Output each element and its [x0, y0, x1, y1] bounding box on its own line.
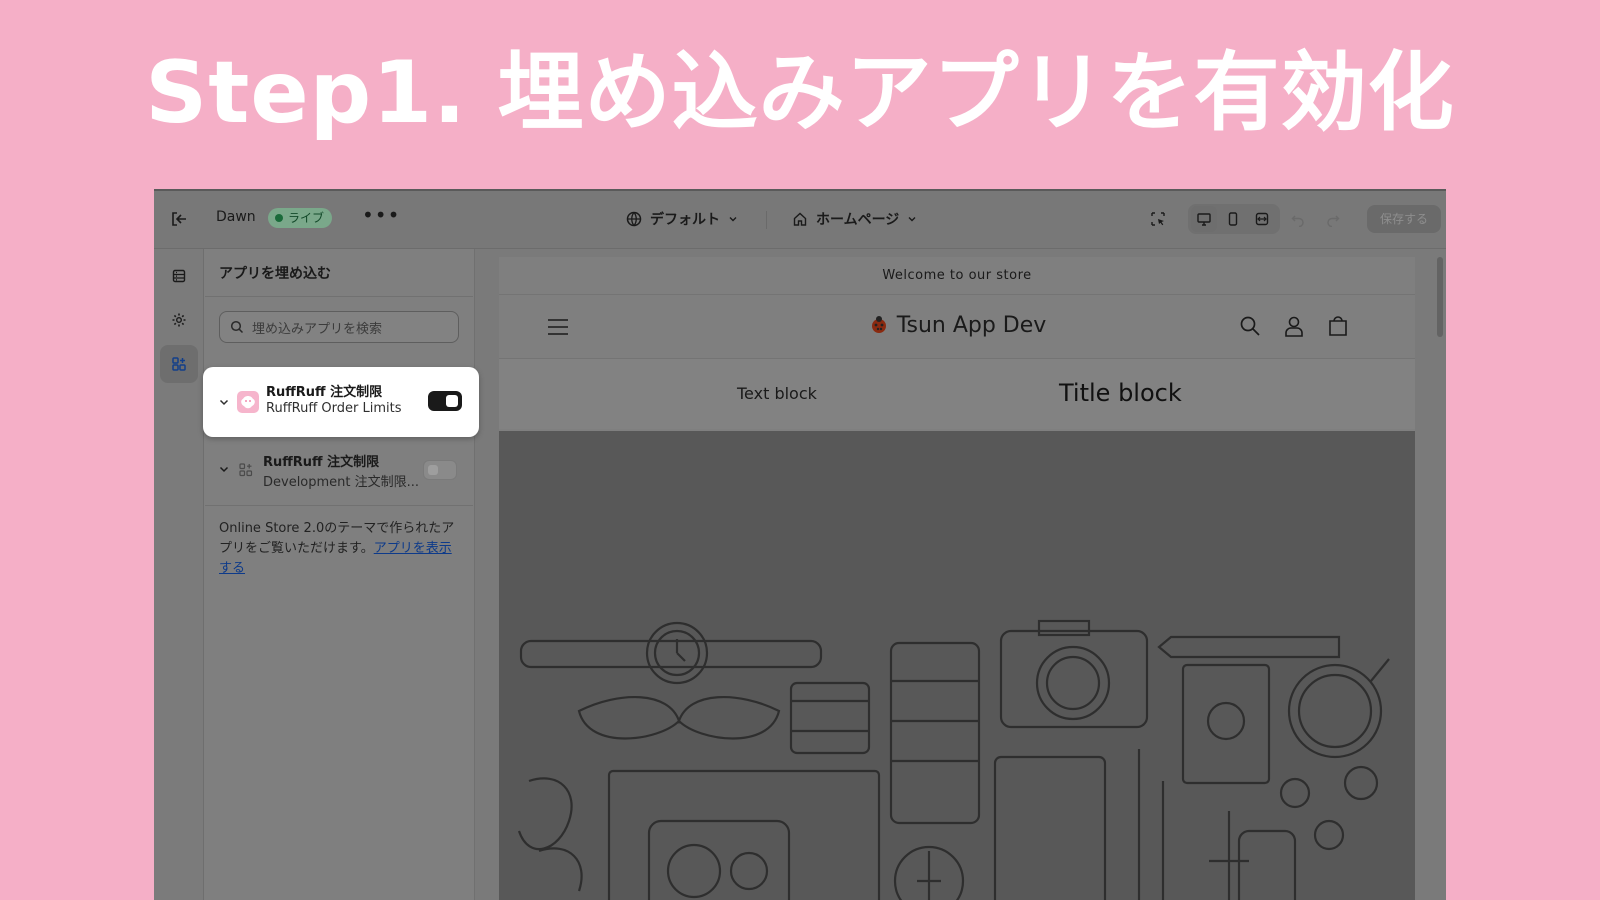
chevron-down-icon: [729, 217, 737, 222]
settings-gear-icon[interactable]: [160, 301, 198, 339]
home-icon: [793, 212, 807, 226]
globe-icon: [626, 211, 642, 227]
ruffruff-app-icon: [237, 391, 259, 413]
locale-selector[interactable]: デフォルト: [626, 208, 738, 230]
editor-topbar: Dawn ライブ ••• デフォルト ホームページ 保存する: [154, 191, 1446, 249]
store-name: Tsun App Dev: [896, 313, 1047, 338]
app-subtitle: RuffRuff Order Limits: [266, 401, 402, 416]
preview-scrollbar[interactable]: [1437, 257, 1443, 337]
undo-icon[interactable]: [1285, 206, 1311, 232]
editor-sidebar-rail: [154, 249, 204, 900]
inspector-icon[interactable]: [1145, 206, 1171, 232]
app-embeds-info: Online Store 2.0のテーマで作られたアプリをご覧いただけます。アプ…: [219, 519, 459, 579]
page-headline: Step1. 埋め込みアプリを有効化: [145, 43, 1455, 143]
title-block: Title block: [1059, 379, 1182, 407]
app-blocks-row: Text block Title block: [499, 359, 1415, 429]
page-selector[interactable]: ホームページ: [792, 208, 917, 230]
desktop-icon[interactable]: [1191, 206, 1217, 232]
search-placeholder: 埋め込みアプリを検索: [252, 321, 383, 337]
hero-illustration: [517, 619, 1390, 900]
chevron-down-icon: [908, 217, 916, 222]
exit-icon[interactable]: [168, 208, 190, 230]
live-status-badge: ライブ: [268, 208, 333, 228]
store-header: Tsun App Dev: [499, 295, 1415, 359]
app-subtitle: Development 注文制限...: [263, 475, 420, 490]
app-title: RuffRuff 注文制限: [266, 385, 383, 400]
save-button[interactable]: 保存する: [1367, 205, 1441, 233]
sections-icon[interactable]: [160, 257, 198, 295]
app-embed-row[interactable]: RuffRuff 注文制限 Development 注文制限...: [205, 434, 473, 506]
preview-canvas: Welcome to our store Tsun App Dev Text b…: [474, 249, 1446, 900]
store-logo[interactable]: Tsun App Dev: [499, 313, 1415, 338]
app-title: RuffRuff 注文制限: [263, 455, 380, 470]
chevron-down-icon[interactable]: [217, 462, 231, 476]
app-embed-row-highlighted[interactable]: RuffRuff 注文制限 RuffRuff Order Limits: [203, 367, 479, 437]
ladybug-icon: [871, 316, 886, 333]
theme-name: Dawn: [216, 209, 256, 225]
hero-image: [499, 431, 1415, 900]
chevron-down-icon[interactable]: [217, 395, 231, 409]
locale-label: デフォルト: [650, 212, 720, 228]
text-block: Text block: [737, 384, 817, 403]
app-enable-toggle[interactable]: [428, 391, 462, 411]
app-embeds-panel: アプリを埋め込む 埋め込みアプリを検索 RuffRuff 注文制限 Develo…: [205, 249, 473, 900]
search-icon[interactable]: [1239, 315, 1261, 337]
mobile-icon[interactable]: [1220, 206, 1246, 232]
divider: [766, 211, 767, 229]
announcement-bar: Welcome to our store: [499, 257, 1415, 295]
page-label: ホームページ: [816, 212, 900, 228]
redo-icon[interactable]: [1320, 206, 1346, 232]
theme-editor-window: Dawn ライブ ••• デフォルト ホームページ 保存する アプリを埋め込む …: [154, 189, 1446, 900]
search-icon: [230, 320, 244, 334]
storefront-preview: Welcome to our store Tsun App Dev Text b…: [499, 257, 1415, 900]
account-icon[interactable]: [1283, 315, 1305, 337]
app-embeds-icon[interactable]: [160, 345, 198, 383]
more-actions-button[interactable]: •••: [362, 203, 400, 227]
cart-icon[interactable]: [1327, 315, 1349, 337]
fullscreen-icon[interactable]: [1249, 206, 1275, 232]
app-enable-toggle[interactable]: [423, 460, 457, 480]
app-search-input[interactable]: 埋め込みアプリを検索: [219, 311, 459, 343]
panel-title: アプリを埋め込む: [205, 249, 473, 297]
app-placeholder-icon: [235, 459, 257, 481]
